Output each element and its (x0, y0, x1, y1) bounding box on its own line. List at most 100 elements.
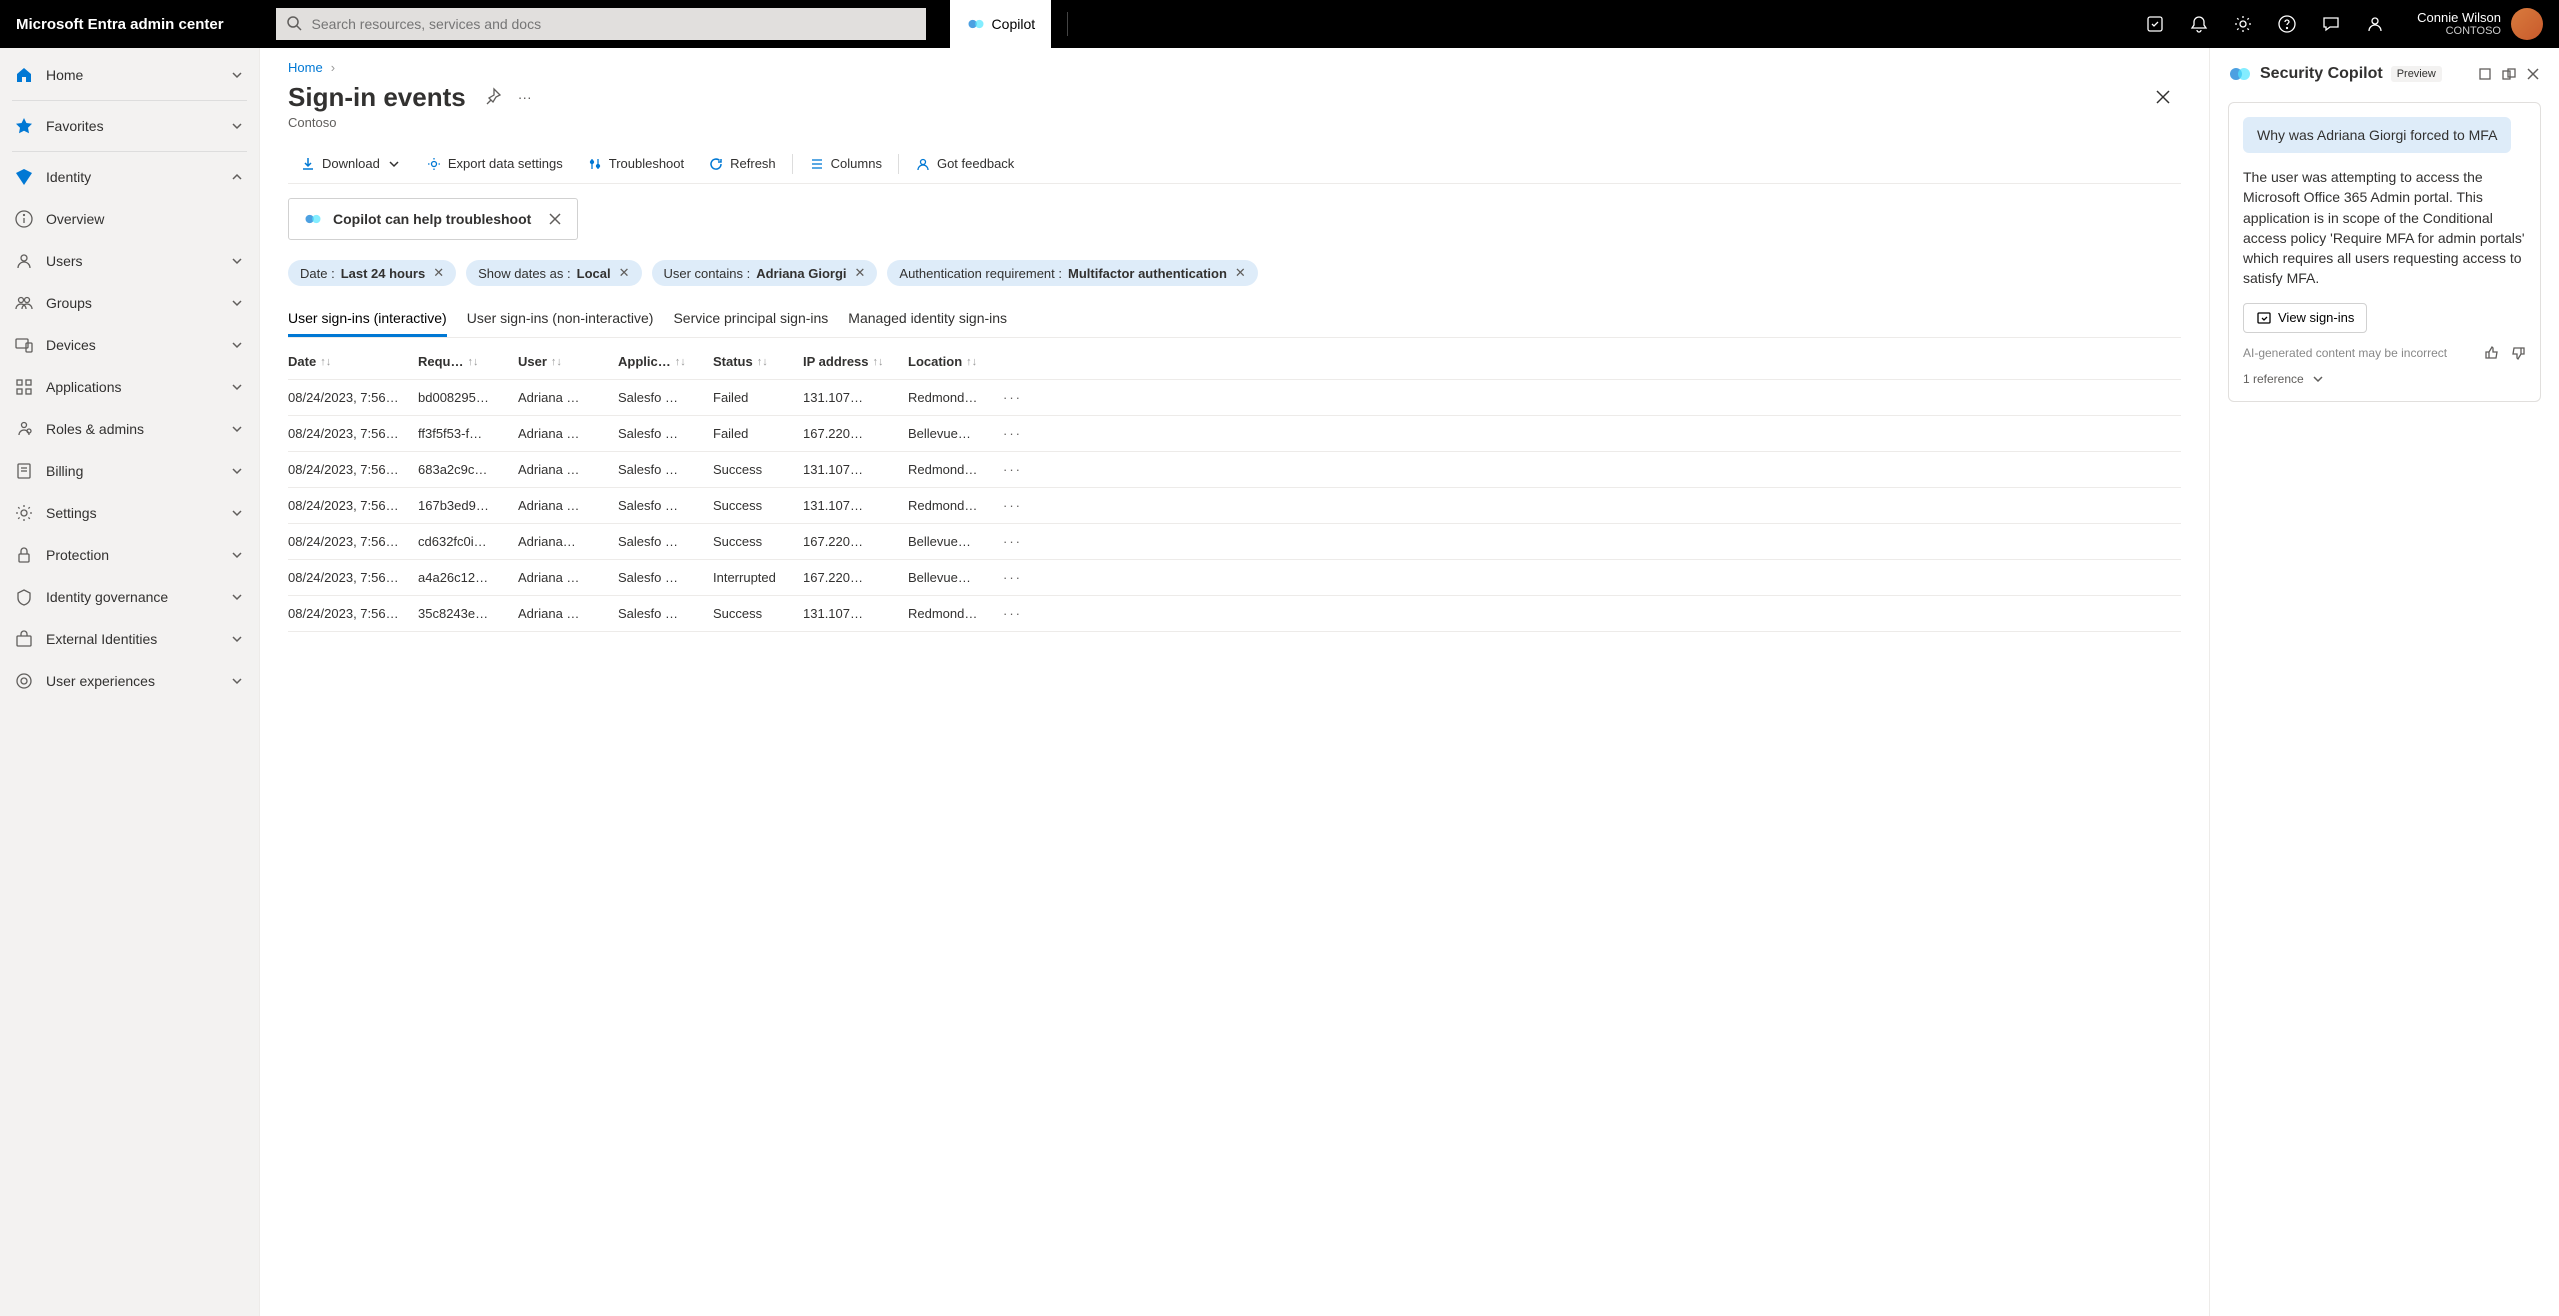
nav-label: Overview (46, 211, 245, 227)
cell-ip: 167.220… (803, 534, 908, 549)
more-icon[interactable]: ··· (518, 89, 532, 105)
more-icon[interactable]: ··· (1003, 390, 1033, 405)
diagnostics-icon[interactable] (2133, 2, 2177, 46)
cell-location: Redmond… (908, 498, 1003, 513)
more-icon[interactable]: ··· (1003, 606, 1033, 621)
troubleshoot-button[interactable]: Troubleshoot (575, 144, 696, 183)
help-icon[interactable] (2265, 2, 2309, 46)
pill-val: Adriana Giorgi (756, 266, 846, 281)
cell-date: 08/24/2023, 7:56… (288, 462, 418, 477)
col-application[interactable]: Applic…↑↓ (618, 354, 713, 369)
settings-icon[interactable] (2221, 2, 2265, 46)
more-icon[interactable]: ··· (1003, 462, 1033, 477)
close-icon[interactable]: ✕ (1235, 265, 1246, 281)
close-icon[interactable]: ✕ (433, 265, 444, 281)
feedback-button[interactable]: Got feedback (903, 144, 1026, 183)
info-icon (14, 209, 34, 229)
refresh-icon (708, 156, 724, 172)
thumbs-down-icon[interactable] (2510, 345, 2526, 361)
popout-icon[interactable] (2501, 66, 2517, 82)
sidebar-item-identity[interactable]: Identity (0, 156, 259, 198)
sidebar-item-users[interactable]: Users (0, 240, 259, 282)
expand-icon[interactable] (2477, 66, 2493, 82)
cell-location: Bellevue… (908, 534, 1003, 549)
refresh-button[interactable]: Refresh (696, 144, 788, 183)
table-row[interactable]: 08/24/2023, 7:56…a4a26c12…Adriana …Sales… (288, 560, 2181, 596)
sidebar-item-groups[interactable]: Groups (0, 282, 259, 324)
table-row[interactable]: 08/24/2023, 7:56…35c8243e…Adriana …Sales… (288, 596, 2181, 632)
tab-noninteractive[interactable]: User sign-ins (non-interactive) (467, 302, 654, 337)
nav-label: Favorites (46, 118, 217, 134)
table-row[interactable]: 08/24/2023, 7:56…bd008295…Adriana …Sales… (288, 380, 2181, 416)
page-title: Sign-in events (288, 82, 466, 113)
col-request[interactable]: Requ…↑↓ (418, 354, 518, 369)
cell-request: 167b3ed9… (418, 498, 518, 513)
tab-managed-identity[interactable]: Managed identity sign-ins (848, 302, 1007, 337)
cell-status: Success (713, 462, 803, 477)
cell-date: 08/24/2023, 7:56… (288, 498, 418, 513)
sidebar-item-home[interactable]: Home (0, 54, 259, 96)
col-label: Requ… (418, 354, 464, 369)
sidebar-item-devices[interactable]: Devices (0, 324, 259, 366)
col-date[interactable]: Date↑↓ (288, 354, 418, 369)
table-row[interactable]: 08/24/2023, 7:56…cd632fc0i…Adriana…Sales… (288, 524, 2181, 560)
more-icon[interactable]: ··· (1003, 570, 1033, 585)
tab-service-principal[interactable]: Service principal sign-ins (673, 302, 828, 337)
table-row[interactable]: 08/24/2023, 7:56…ff3f5f53-f…Adriana …Sal… (288, 416, 2181, 452)
reference-toggle[interactable]: 1 reference (2243, 371, 2526, 387)
user-block[interactable]: Connie Wilson CONTOSO (2417, 8, 2543, 40)
filter-user[interactable]: User contains : Adriana Giorgi ✕ (652, 260, 878, 286)
sidebar-item-favorites[interactable]: Favorites (0, 105, 259, 147)
sidebar-item-user-experiences[interactable]: User experiences (0, 660, 259, 702)
sidebar-item-applications[interactable]: Applications (0, 366, 259, 408)
filter-date[interactable]: Date : Last 24 hours ✕ (288, 260, 456, 286)
sidebar-item-billing[interactable]: Billing (0, 450, 259, 492)
download-button[interactable]: Download (288, 144, 414, 183)
cell-status: Failed (713, 426, 803, 441)
sidebar-item-protection[interactable]: Protection (0, 534, 259, 576)
search-input[interactable] (276, 8, 926, 40)
cell-app: Salesfo … (618, 606, 713, 621)
export-button[interactable]: Export data settings (414, 144, 575, 183)
more-icon[interactable]: ··· (1003, 534, 1033, 549)
cell-date: 08/24/2023, 7:56… (288, 390, 418, 405)
account-icon[interactable] (2353, 2, 2397, 46)
feedback-icon[interactable] (2309, 2, 2353, 46)
sidebar-item-overview[interactable]: Overview (0, 198, 259, 240)
more-icon[interactable]: ··· (1003, 426, 1033, 441)
cell-location: Redmond… (908, 462, 1003, 477)
col-ip[interactable]: IP address↑↓ (803, 354, 908, 369)
table-row[interactable]: 08/24/2023, 7:56…167b3ed9…Adriana …Sales… (288, 488, 2181, 524)
close-icon[interactable] (547, 211, 563, 227)
col-location[interactable]: Location↑↓ (908, 354, 1003, 369)
close-icon[interactable]: ✕ (855, 265, 866, 281)
table-row[interactable]: 08/24/2023, 7:56…683a2c9c…Adriana …Sales… (288, 452, 2181, 488)
chevron-down-icon (229, 67, 245, 83)
filter-auth[interactable]: Authentication requirement : Multifactor… (887, 260, 1257, 286)
columns-button[interactable]: Columns (797, 144, 894, 183)
col-user[interactable]: User↑↓ (518, 354, 618, 369)
cell-location: Redmond… (908, 606, 1003, 621)
filter-timezone[interactable]: Show dates as : Local ✕ (466, 260, 641, 286)
sidebar-item-governance[interactable]: Identity governance (0, 576, 259, 618)
copilot-icon (2228, 62, 2252, 86)
view-signins-button[interactable]: View sign-ins (2243, 303, 2367, 333)
col-status[interactable]: Status↑↓ (713, 354, 803, 369)
copilot-button[interactable]: Copilot (950, 0, 1052, 48)
close-icon[interactable]: ✕ (619, 265, 630, 281)
pin-icon[interactable] (482, 87, 502, 107)
more-icon[interactable]: ··· (1003, 498, 1033, 513)
person-icon (14, 251, 34, 271)
search-wrap (276, 8, 926, 40)
cell-ip: 131.107… (803, 462, 908, 477)
notifications-icon[interactable] (2177, 2, 2221, 46)
sidebar-item-roles[interactable]: Roles & admins (0, 408, 259, 450)
sidebar-item-settings[interactable]: Settings (0, 492, 259, 534)
tab-interactive[interactable]: User sign-ins (interactive) (288, 302, 447, 337)
close-icon[interactable] (2145, 79, 2181, 115)
thumbs-up-icon[interactable] (2484, 345, 2500, 361)
close-icon[interactable] (2525, 66, 2541, 82)
breadcrumb-home[interactable]: Home (288, 60, 323, 75)
cell-status: Success (713, 606, 803, 621)
sidebar-item-external[interactable]: External Identities (0, 618, 259, 660)
